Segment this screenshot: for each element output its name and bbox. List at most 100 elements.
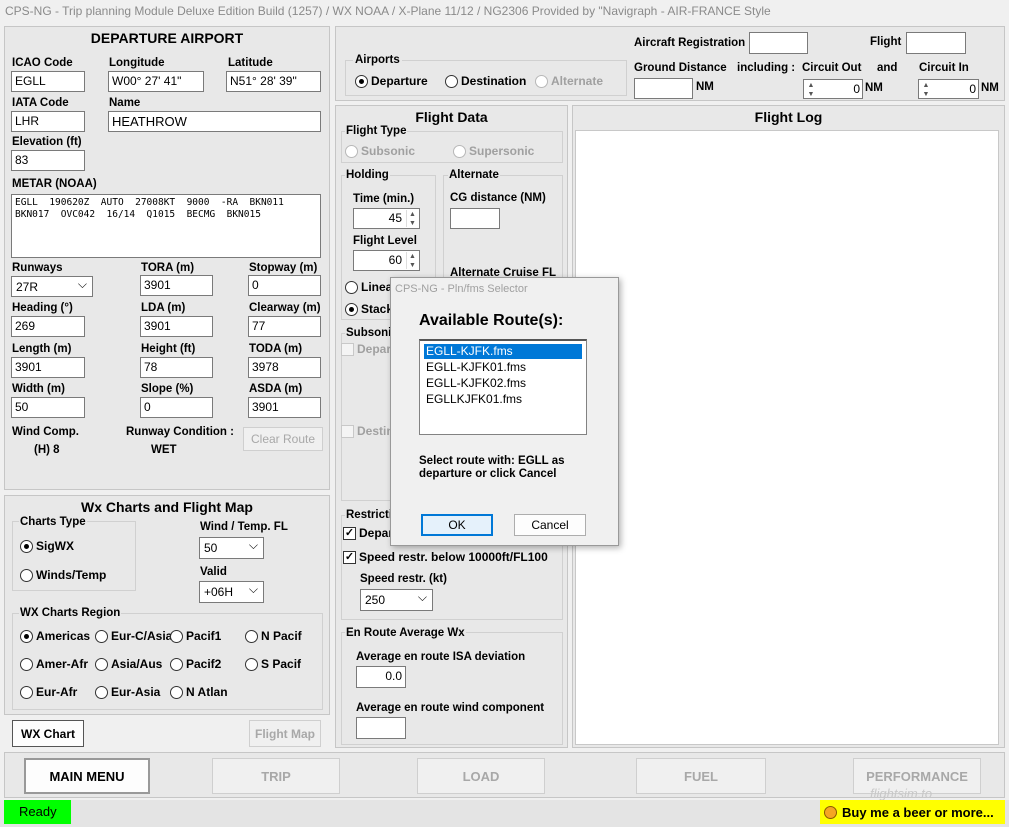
flight-label: Flight: [870, 36, 902, 48]
trip-button[interactable]: TRIP: [212, 758, 340, 794]
wind-component-field[interactable]: [356, 717, 406, 739]
length-field[interactable]: 3901: [11, 357, 85, 378]
holding-fl-field[interactable]: 60 ▲ ▼: [353, 250, 420, 271]
icao-label: ICAO Code: [12, 57, 73, 69]
subsonic-radio[interactable]: Subsonic: [345, 144, 415, 158]
iata-label: IATA Code: [12, 97, 69, 109]
flight-log-area[interactable]: [575, 130, 999, 745]
registration-field[interactable]: [749, 32, 808, 54]
elevation-label: Elevation (ft): [12, 136, 82, 148]
tora-field[interactable]: 3901: [140, 275, 213, 296]
dialog-heading: Available Route(s):: [419, 312, 564, 329]
region-n-atlan[interactable]: N Atlan: [170, 685, 228, 699]
lda-field[interactable]: 3901: [140, 316, 213, 337]
route-item[interactable]: EGLLKJFK01.fms: [424, 391, 586, 407]
beer-label: Buy me a beer or more...: [842, 804, 994, 820]
ground-distance-field[interactable]: [634, 78, 693, 99]
stack-radio[interactable]: Stack: [345, 302, 393, 316]
window-title: CPS-NG - Trip planning Module Deluxe Edi…: [5, 4, 771, 18]
wind-comp-value: (H) 8: [34, 444, 60, 456]
load-button[interactable]: LOAD: [417, 758, 545, 794]
airport-departure-radio[interactable]: Departure: [355, 74, 428, 88]
toda-label: TODA (m): [249, 343, 303, 355]
clearway-field[interactable]: 77: [248, 316, 321, 337]
region-pacif2[interactable]: Pacif2: [170, 657, 221, 671]
ready-status: Ready: [4, 800, 71, 824]
runway-select[interactable]: 27R: [11, 276, 93, 297]
cg-distance-label: CG distance (NM): [450, 192, 546, 204]
heading-field[interactable]: 269: [11, 316, 85, 337]
latitude-field[interactable]: N51° 28' 39": [226, 71, 321, 92]
wind-fl-select[interactable]: 50: [199, 537, 264, 559]
region-amer-afr[interactable]: Amer-Afr: [20, 657, 88, 671]
cancel-button[interactable]: Cancel: [514, 514, 586, 536]
linear-radio[interactable]: Linea: [345, 280, 392, 294]
width-field[interactable]: 50: [11, 397, 85, 418]
circuit-in-label: Circuit In: [919, 62, 969, 74]
flight-data-title: Flight Data: [415, 109, 488, 125]
metar-box[interactable]: EGLL 190620Z AUTO 27008KT 9000 -RA BKN01…: [11, 194, 321, 258]
flight-field[interactable]: [906, 32, 966, 54]
flight-map-button[interactable]: Flight Map: [249, 720, 321, 747]
fuel-button[interactable]: FUEL: [636, 758, 766, 794]
route-item[interactable]: EGLL-KJFK01.fms: [424, 359, 586, 375]
stopway-field[interactable]: 0: [248, 275, 321, 296]
circuit-out-nm: NM: [865, 82, 883, 94]
elevation-field[interactable]: 83: [11, 150, 85, 171]
holding-time-label: Time (min.): [353, 193, 415, 205]
region-eur-c-asia[interactable]: Eur-C/Asia: [95, 629, 172, 643]
isa-deviation-field[interactable]: 0.0: [356, 666, 406, 688]
charts-type-label: Charts Type: [19, 516, 87, 528]
region-americas[interactable]: Americas: [20, 629, 90, 643]
region-asia-aus[interactable]: Asia/Aus: [95, 657, 162, 671]
name-field[interactable]: HEATHROW: [108, 111, 321, 132]
height-field[interactable]: 78: [140, 357, 213, 378]
iata-field[interactable]: LHR: [11, 111, 85, 132]
sigwx-radio[interactable]: SigWX: [20, 539, 74, 553]
destin-checkbox[interactable]: Destin: [341, 424, 394, 438]
slope-field[interactable]: 0: [140, 397, 213, 418]
speed-restr-select[interactable]: 250: [360, 589, 433, 611]
circuit-in-field[interactable]: 0 ▲ ▼: [918, 79, 979, 99]
depart-checkbox[interactable]: Depart: [341, 342, 395, 356]
main-menu-button[interactable]: MAIN MENU: [24, 758, 150, 794]
icao-field[interactable]: EGLL: [11, 71, 85, 92]
region-eur-asia[interactable]: Eur-Asia: [95, 685, 160, 699]
height-label: Height (ft): [141, 343, 196, 355]
toda-field[interactable]: 3978: [248, 357, 321, 378]
route-item[interactable]: EGLL-KJFK.fms: [424, 344, 582, 359]
region-s-pacif[interactable]: S Pacif: [245, 657, 301, 671]
winds-temp-radio[interactable]: Winds/Temp: [20, 568, 106, 582]
registration-label: Aircraft Registration: [634, 37, 746, 49]
departure-restr-checkbox[interactable]: ✓ Depar: [343, 526, 393, 540]
flight-log-title: Flight Log: [754, 109, 823, 125]
ok-button[interactable]: OK: [421, 514, 493, 536]
wx-chart-button[interactable]: WX Chart: [12, 720, 84, 747]
wx-title: Wx Charts and Flight Map: [81, 499, 253, 515]
region-eur-afr[interactable]: Eur-Afr: [20, 685, 77, 699]
enroute-label: En Route Average Wx: [345, 627, 466, 639]
longitude-field[interactable]: W00° 27' 41": [108, 71, 204, 92]
valid-select[interactable]: +06H: [199, 581, 264, 603]
longitude-label: Longitude: [109, 57, 165, 69]
cg-distance-field[interactable]: [450, 208, 500, 229]
supersonic-radio[interactable]: Supersonic: [453, 144, 534, 158]
beer-button[interactable]: Buy me a beer or more...: [820, 800, 1005, 824]
slope-label: Slope (%): [141, 383, 194, 395]
route-item[interactable]: EGLL-KJFK02.fms: [424, 375, 586, 391]
alternate-label: Alternate: [448, 169, 500, 181]
clear-route-button[interactable]: Clear Route: [243, 427, 323, 451]
circuit-out-field[interactable]: 0 ▲ ▼: [803, 79, 863, 99]
route-list[interactable]: EGLL-KJFK.fms EGLL-KJFK01.fms EGLL-KJFK0…: [419, 339, 587, 435]
name-label: Name: [109, 97, 141, 109]
region-pacif1[interactable]: Pacif1: [170, 629, 221, 643]
region-n-pacif[interactable]: N Pacif: [245, 629, 302, 643]
speed-restr-checkbox[interactable]: ✓ Speed restr. below 10000ft/FL100: [343, 550, 548, 564]
runways-label: Runways: [12, 262, 63, 274]
restriction-label: Restricti: [345, 509, 394, 521]
airport-alternate-radio[interactable]: Alternate: [535, 74, 603, 88]
airport-destination-radio[interactable]: Destination: [445, 74, 526, 88]
asda-field[interactable]: 3901: [248, 397, 321, 418]
holding-time-field[interactable]: 45 ▲ ▼: [353, 208, 420, 229]
and-label: and: [877, 62, 898, 74]
